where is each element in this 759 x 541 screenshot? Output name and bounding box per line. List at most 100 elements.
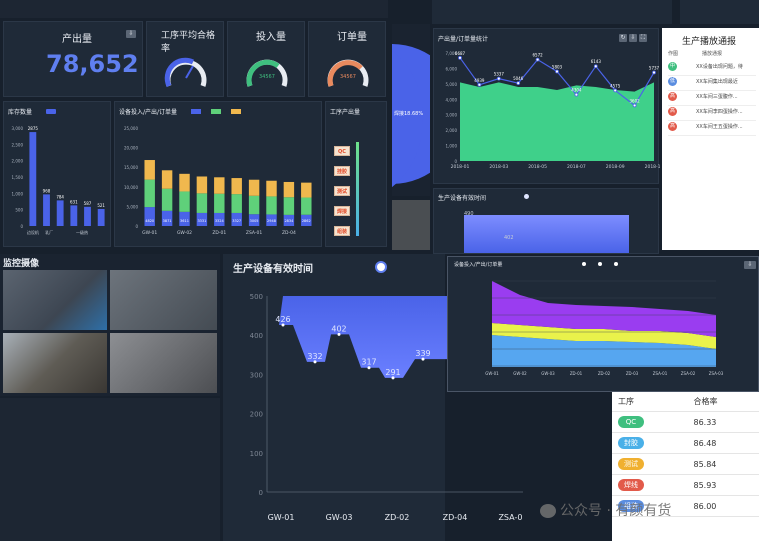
camera-feed-3[interactable] xyxy=(3,333,107,393)
camera-feed-1[interactable] xyxy=(3,270,107,330)
notice-col1: 作图 xyxy=(668,51,679,57)
uptime-point-label: 317 xyxy=(361,358,376,367)
process-tag-5[interactable]: 组装 xyxy=(334,226,350,236)
quality-row[interactable]: 测试 85.84 xyxy=(612,453,759,475)
trend-point xyxy=(593,64,598,69)
quality-rate-cell: 86.48 xyxy=(687,432,759,454)
equip-stack-title: 设备投入/产出/订单量 xyxy=(119,109,178,116)
top-band-right xyxy=(432,0,672,24)
notice-item[interactable]: 高 XX车间王五蛋操作... xyxy=(668,122,756,136)
pie-panel: 焊接18.68% xyxy=(382,24,462,196)
small-uptime-label-1: 490 xyxy=(464,211,474,217)
stacked-xtick: ZSA-01 xyxy=(653,371,668,376)
stacked-export-icon[interactable]: ⇩ xyxy=(744,261,756,269)
stock-ytick: 500 xyxy=(15,208,23,213)
process-tag-3[interactable]: 测试 xyxy=(334,186,350,196)
notice-item[interactable]: 高 XX车间李四蛋操作... xyxy=(668,107,756,121)
stock-title: 库存数量 xyxy=(8,109,33,116)
expand-icon[interactable]: ⛶ xyxy=(639,34,647,42)
equip-xtick: GW-02 xyxy=(177,230,192,236)
watermark: 公众号 · 有颜有货 xyxy=(540,500,671,520)
notice-item[interactable]: 低 XX车间集出现最近 xyxy=(668,77,756,91)
stacked-xtick: GW-01 xyxy=(485,371,499,376)
quality-col-rate: 合格率 xyxy=(687,392,759,412)
stacked-xtick: ZD-03 xyxy=(626,371,639,376)
legend-swatch-order xyxy=(231,109,241,114)
trend-point xyxy=(516,81,521,86)
trend-point xyxy=(477,82,482,87)
export-icon[interactable]: ⇩ xyxy=(126,30,136,38)
quality-row[interactable]: 焊线 85.93 xyxy=(612,474,759,496)
trend-point-label: 4939 xyxy=(474,78,485,83)
trend-point-label: 6687 xyxy=(455,51,466,56)
equip-bar-segment xyxy=(231,178,242,195)
input-gauge-value: 34567 xyxy=(259,74,275,80)
uptime-ytick: 0 xyxy=(259,489,263,497)
stock-bar-label: 968 xyxy=(43,188,51,193)
stacked-area-chart: GW-01 GW-02 GW-03 ZD-01 ZD-02 ZD-03 ZSA-01 ZSA-… xyxy=(485,280,724,376)
stock-chart: 3,000 2,500 2,000 1,500 1,000 500 0 2875 968 784 6… xyxy=(12,126,106,235)
equip-stack-panel: 设备投入/产出/订单量 25,000 20,000 15,000 10,000 5,00… xyxy=(114,101,322,247)
trend-point-label: 4304 xyxy=(571,88,582,93)
stock-ytick: 2,500 xyxy=(12,142,24,147)
equip-bar-segment xyxy=(144,207,155,226)
small-uptime-marker xyxy=(524,194,529,199)
notice-item[interactable]: 中 XX设备出现问题，待 xyxy=(668,62,756,76)
stacked-area-panel: 设备投入/产出/订单量 ⇩ GW-01 GW-02 GW-03 ZD-01 ZD-02 Z… xyxy=(447,256,759,392)
process-pill: 焊线 xyxy=(618,479,644,491)
uptime-panel: 生产设备有效时间 500 400 300 200 100 0 426 332 402 317 291… xyxy=(223,254,523,541)
equip-bar-segment xyxy=(283,197,295,215)
kpi-output-title: 产出量 xyxy=(62,34,92,45)
trend-point-label: 5046 xyxy=(513,76,524,81)
trend-ytick: 1,000 xyxy=(446,144,458,149)
equip-bar-label: 3611 xyxy=(180,219,189,223)
stacked-xtick: GW-03 xyxy=(541,371,555,376)
notice-text: XX车间李四蛋操作... xyxy=(696,109,743,115)
small-uptime-title: 生产设备有效时间 xyxy=(438,195,487,202)
download-icon[interactable]: ⇩ xyxy=(629,34,637,42)
small-uptime-label-2: 402 xyxy=(504,235,514,241)
notice-list: 中 XX设备出现问题，待低 XX车间集出现最近高 XX车间三蛋腹作... 高 XX车间李四… xyxy=(668,62,756,137)
notice-item[interactable]: 高 XX车间三蛋腹作... xyxy=(668,92,756,106)
equip-bar-label: 3327 xyxy=(232,219,241,223)
stock-ytick: 2,000 xyxy=(12,159,24,164)
trend-point-label: 3602 xyxy=(630,98,641,103)
equip-bar-segment xyxy=(161,170,173,189)
equip-ytick: 25,000 xyxy=(124,126,138,131)
equip-bar-segment xyxy=(301,182,312,198)
uptime-xtick: ZD-04 xyxy=(443,513,468,522)
notice-priority-badge: 高 xyxy=(668,122,677,131)
trend-ytick: 3,000 xyxy=(446,113,458,118)
stock-ytick: 1,500 xyxy=(12,175,24,180)
camera-thumb[interactable] xyxy=(392,200,430,250)
stock-bar xyxy=(84,206,91,226)
pie-label: 焊接18.68% xyxy=(394,111,424,117)
uptime-point-label: 426 xyxy=(275,315,290,324)
quality-rate-cell: 85.93 xyxy=(687,474,759,496)
process-tag-1[interactable]: QC xyxy=(334,146,350,156)
process-tag-4[interactable]: 焊接 xyxy=(334,206,350,216)
uptime-point-label: 402 xyxy=(331,324,346,333)
refresh-icon[interactable]: ↻ xyxy=(619,34,627,42)
quality-row[interactable]: QC 86.33 xyxy=(612,411,759,433)
equip-xtick: ZSA-01 xyxy=(246,230,262,236)
uptime-title: 生产设备有效时间 xyxy=(233,264,313,275)
quality-row[interactable]: 封胶 86.48 xyxy=(612,432,759,454)
trend-point-label: 6572 xyxy=(533,53,544,58)
process-pill: QC xyxy=(618,416,644,428)
uptime-xtick: GW-03 xyxy=(326,513,353,522)
uptime-ytick: 400 xyxy=(250,332,263,340)
stock-bar-label: 521 xyxy=(97,203,105,208)
process-tag-2[interactable]: 挂胶 xyxy=(334,166,350,176)
trend-point xyxy=(555,69,559,74)
monitor-panel: 监控摄像 xyxy=(0,254,220,396)
stock-ytick: 1,000 xyxy=(12,191,24,196)
kpi-order-card: 订单量 34567 xyxy=(308,21,386,97)
equip-stack-chart: 25,000 20,000 15,000 10,000 5,000 0 4820 3871 36… xyxy=(124,126,312,236)
trend-point xyxy=(652,70,656,75)
stacked-legend-dot-1 xyxy=(582,262,586,266)
trend-ytick: 6,000 xyxy=(446,66,458,71)
trend-point xyxy=(632,103,637,108)
camera-feed-2[interactable] xyxy=(110,270,217,330)
camera-feed-4[interactable] xyxy=(110,333,217,393)
